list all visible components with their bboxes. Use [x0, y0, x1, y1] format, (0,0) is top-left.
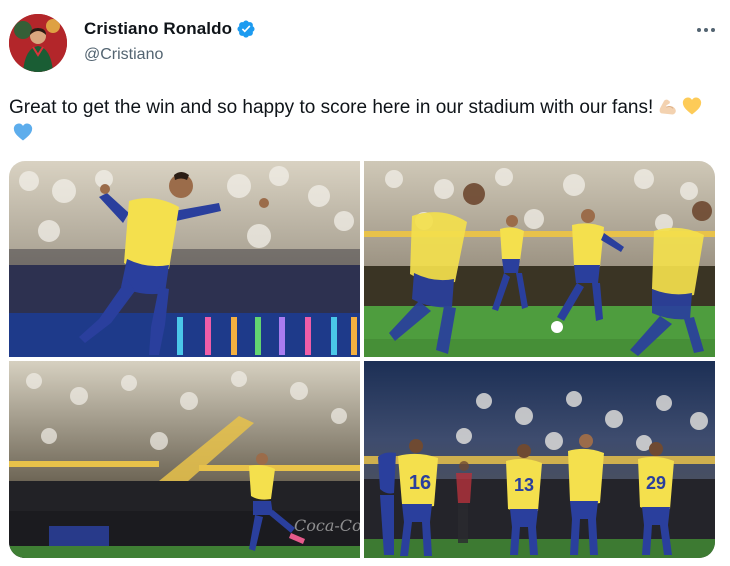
- photo-celebration[interactable]: [9, 161, 360, 357]
- media-grid: Coca-Cola: [9, 161, 715, 558]
- photo-running-player[interactable]: Coca-Cola: [9, 361, 360, 558]
- flexed-biceps-emoji: [659, 99, 677, 115]
- yellow-heart-emoji: [683, 97, 702, 115]
- photo-match-action[interactable]: [364, 161, 715, 357]
- blue-heart-emoji: [13, 123, 33, 141]
- author-handle[interactable]: @Cristiano: [84, 46, 163, 64]
- more-dot-icon: [711, 28, 715, 32]
- avatar-image: [9, 14, 67, 72]
- more-options-button[interactable]: [692, 20, 720, 40]
- svg-text:Coca-Cola: Coca-Cola: [294, 516, 360, 535]
- more-dot-icon: [697, 28, 701, 32]
- tweet-text: Great to get the win and so happy to sco…: [9, 95, 714, 147]
- more-dot-icon: [704, 28, 708, 32]
- jersey-number-16: 16: [409, 472, 431, 494]
- avatar[interactable]: [9, 14, 67, 72]
- jersey-number-29: 29: [646, 473, 666, 493]
- author-name-row: Cristiano Ronaldo: [84, 19, 256, 39]
- tweet-card: Cristiano Ronaldo @Cristiano Great to ge…: [0, 0, 730, 566]
- jersey-number-13: 13: [514, 475, 534, 495]
- author-display-name[interactable]: Cristiano Ronaldo: [84, 19, 232, 39]
- verified-badge-icon: [236, 19, 256, 39]
- photo-team-walking[interactable]: 16 13 29: [364, 361, 715, 558]
- tweet-body: Great to get the win and so happy to sco…: [9, 97, 654, 118]
